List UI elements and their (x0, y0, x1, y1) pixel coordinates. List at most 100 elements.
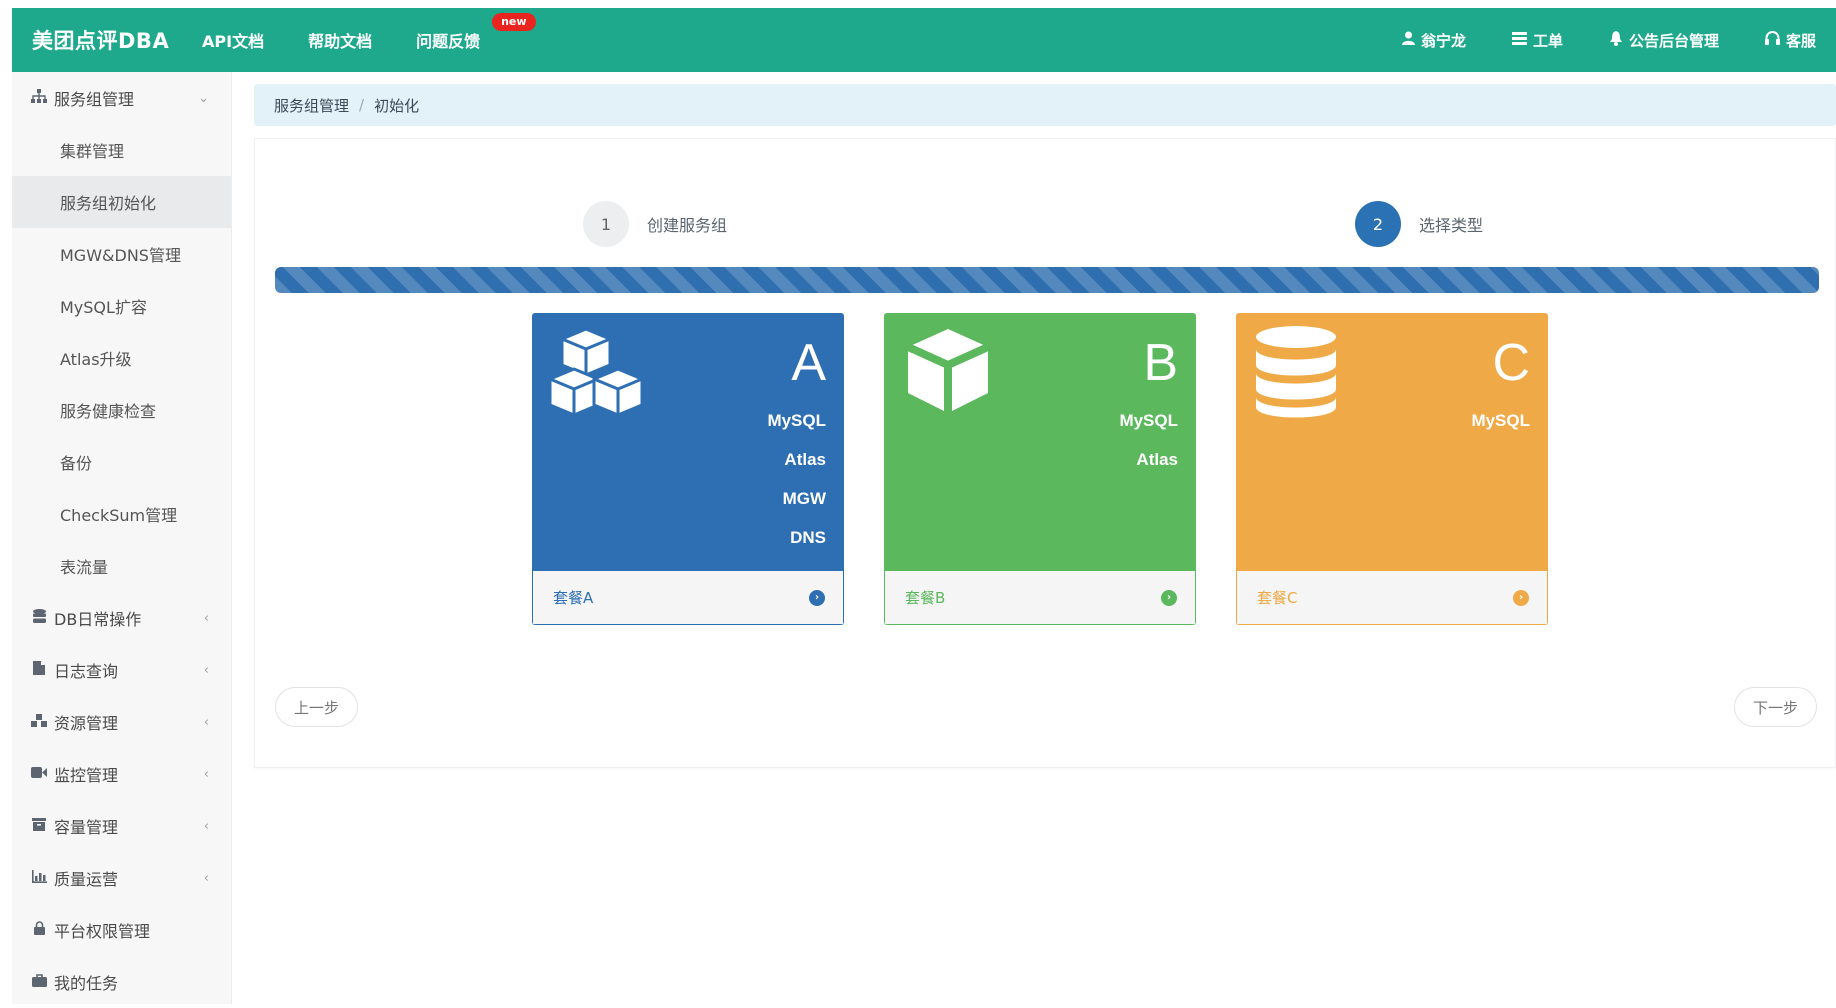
sidebar-group-label: 资源管理 (54, 714, 119, 733)
main-content: 服务组管理 / 初始化 1 创建服务组 2 选择类型 A MySQL Atlas… (254, 84, 1836, 768)
sidebar-group-db-ops[interactable]: DB日常操作 ‹ (12, 592, 231, 644)
package-card-b[interactable]: B MySQL Atlas 套餐B › (884, 313, 1196, 625)
package-card-a[interactable]: A MySQL Atlas MGW DNS 套餐A › (532, 313, 844, 625)
headset-icon (1764, 31, 1780, 49)
nav-link-feedback-label: 问题反馈 (416, 32, 481, 51)
new-badge: new (492, 13, 536, 31)
arrow-circle-right-icon: › (809, 589, 825, 606)
briefcase-icon (30, 973, 48, 991)
archive-icon (30, 817, 48, 835)
app-frame: 美团点评DBA API文档 帮助文档 问题反馈 new 翁宁龙 工单 公告后台管… (12, 8, 1836, 1004)
top-navbar: 美团点评DBA API文档 帮助文档 问题反馈 new 翁宁龙 工单 公告后台管… (12, 8, 1836, 72)
chevron-left-icon: ‹ (203, 714, 209, 730)
list-icon (1511, 31, 1527, 49)
breadcrumb: 服务组管理 / 初始化 (254, 84, 1836, 126)
step-label: 创建服务组 (647, 216, 728, 235)
sidebar-group-label: 我的任务 (54, 974, 119, 993)
package-card-footer[interactable]: 套餐B › (884, 571, 1196, 625)
nav-user-label: 翁宁龙 (1420, 31, 1466, 50)
wizard-panel: 1 创建服务组 2 选择类型 A MySQL Atlas MGW DNS 套餐A… (254, 138, 1836, 768)
package-features: MySQL (1471, 401, 1530, 440)
sidebar-item-backup[interactable]: 备份 (12, 436, 231, 488)
feature-item: MySQL (1471, 411, 1530, 430)
cubes-icon (548, 325, 666, 429)
package-name: 套餐C (1257, 589, 1298, 607)
package-name: 套餐A (553, 589, 594, 607)
bell-icon (1609, 30, 1623, 50)
sidebar-group-label: 监控管理 (54, 766, 119, 785)
package-card-body: A MySQL Atlas MGW DNS (532, 313, 844, 571)
nav-announcement-admin[interactable]: 公告后台管理 (1609, 30, 1719, 51)
video-icon (30, 766, 48, 782)
package-letter: A (791, 334, 826, 392)
feature-item: MySQL (767, 411, 826, 430)
nav-link-api-docs[interactable]: API文档 (202, 28, 264, 52)
sidebar-group-service-group[interactable]: 服务组管理 ⌄ (12, 72, 231, 124)
cube-icon (902, 325, 994, 421)
sidebar-item-service-group-init[interactable]: 服务组初始化 (12, 176, 231, 228)
arrow-circle-right-icon: › (1161, 589, 1177, 606)
chevron-left-icon: ‹ (203, 870, 209, 886)
nav-user[interactable]: 翁宁龙 (1401, 30, 1466, 51)
sidebar: 服务组管理 ⌄ 集群管理 服务组初始化 MGW&DNS管理 MySQL扩容 At… (12, 72, 232, 1004)
sidebar-group-log-query[interactable]: 日志查询 ‹ (12, 644, 231, 696)
sidebar-group-label: 平台权限管理 (54, 922, 151, 941)
step-label: 选择类型 (1419, 216, 1484, 235)
brand-logo[interactable]: 美团点评DBA (12, 25, 202, 55)
sidebar-group-label: 服务组管理 (54, 90, 135, 109)
sidebar-item-health-check[interactable]: 服务健康检查 (12, 384, 231, 436)
sidebar-group-resource[interactable]: 资源管理 ‹ (12, 696, 231, 748)
package-card-footer[interactable]: 套餐C › (1236, 571, 1548, 625)
package-name: 套餐B (905, 589, 946, 607)
feature-item: Atlas (784, 450, 826, 469)
wizard-step-1[interactable]: 1 创建服务组 (583, 201, 727, 247)
feature-item: MySQL (1119, 411, 1178, 430)
nav-link-feedback[interactable]: 问题反馈 new (416, 13, 536, 52)
sidebar-item-cluster[interactable]: 集群管理 (12, 124, 231, 176)
sidebar-group-monitor[interactable]: 监控管理 ‹ (12, 748, 231, 800)
bar-chart-icon (30, 869, 48, 887)
feature-item: Atlas (1136, 450, 1178, 469)
nav-announcement-label: 公告后台管理 (1628, 31, 1719, 50)
chevron-left-icon: ‹ (203, 662, 209, 678)
package-letter: B (1143, 334, 1178, 392)
sidebar-item-mgw-dns[interactable]: MGW&DNS管理 (12, 228, 231, 280)
nav-support-label: 客服 (1785, 31, 1816, 50)
package-features: MySQL Atlas MGW DNS (767, 401, 826, 557)
nav-tickets[interactable]: 工单 (1511, 30, 1563, 51)
sidebar-group-capacity[interactable]: 容量管理 ‹ (12, 800, 231, 852)
package-card-body: B MySQL Atlas (884, 313, 1196, 571)
package-card-body: C MySQL (1236, 313, 1548, 571)
feature-item: DNS (790, 528, 826, 547)
sidebar-group-label: 日志查询 (54, 662, 119, 681)
nav-link-help-docs[interactable]: 帮助文档 (308, 28, 372, 52)
package-letter: C (1492, 334, 1530, 392)
sidebar-group-quality[interactable]: 质量运营 ‹ (12, 852, 231, 904)
sidebar-group-label: 容量管理 (54, 818, 119, 837)
sidebar-group-permission[interactable]: 平台权限管理 (12, 904, 231, 956)
file-icon (30, 661, 48, 679)
breadcrumb-parent[interactable]: 服务组管理 (274, 95, 349, 116)
chevron-left-icon: ‹ (203, 818, 209, 834)
step-number-badge: 1 (583, 201, 629, 247)
arrow-circle-right-icon: › (1513, 589, 1529, 606)
package-features: MySQL Atlas (1119, 401, 1178, 479)
sidebar-group-label: DB日常操作 (54, 610, 142, 629)
sidebar-group-my-tasks[interactable]: 我的任务 (12, 956, 231, 1008)
sidebar-item-atlas-upgrade[interactable]: Atlas升级 (12, 332, 231, 384)
nav-tickets-label: 工单 (1532, 31, 1563, 50)
sitemap-icon (30, 89, 48, 107)
chevron-down-icon: ⌄ (198, 90, 209, 106)
nav-support[interactable]: 客服 (1764, 30, 1816, 51)
package-card-footer[interactable]: 套餐A › (532, 571, 844, 625)
database-icon (1254, 325, 1338, 425)
wizard-step-2[interactable]: 2 选择类型 (1355, 201, 1483, 247)
navbar-right: 翁宁龙 工单 公告后台管理 客服 (1356, 30, 1836, 51)
sidebar-item-mysql-expand[interactable]: MySQL扩容 (12, 280, 231, 332)
sidebar-item-table-traffic[interactable]: 表流量 (12, 540, 231, 592)
next-step-button[interactable]: 下一步 (1733, 687, 1817, 727)
package-card-c[interactable]: C MySQL 套餐C › (1236, 313, 1548, 625)
cubes-icon (30, 713, 48, 731)
prev-step-button[interactable]: 上一步 (275, 687, 359, 727)
sidebar-item-checksum[interactable]: CheckSum管理 (12, 488, 231, 540)
